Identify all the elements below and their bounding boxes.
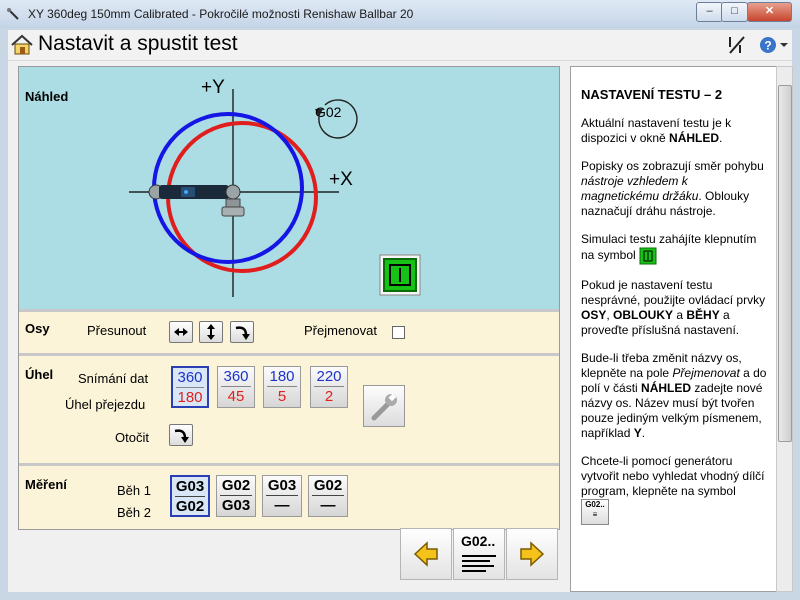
- swap-horizontal-button[interactable]: [169, 321, 193, 343]
- preview-panel: Náhled +Y +X G02: [19, 67, 559, 309]
- overrun-value: 2: [324, 388, 334, 405]
- help-paragraph: Aktuální nastavení testu je k dispozici …: [581, 116, 732, 145]
- angle-tile-3[interactable]: 180 5: [263, 366, 301, 408]
- rotate-label: Otočit: [115, 430, 149, 445]
- run1-value: G03: [266, 477, 298, 496]
- capture-value: 220: [314, 367, 344, 387]
- ballbar-app-icon: [7, 8, 19, 20]
- capture-label: Snímání dat: [78, 371, 149, 386]
- help-icon[interactable]: ?: [759, 35, 789, 55]
- capture-value: 360: [221, 367, 251, 387]
- arrow-left-icon: [413, 541, 438, 567]
- help-paragraph: Bude-li třeba změnit názvy os, klepněte …: [581, 351, 767, 440]
- wrench-icon: [371, 393, 397, 421]
- help-paragraph: Popisky os zobrazují směr pohybu nástroj…: [581, 159, 764, 218]
- run2-value: —: [320, 497, 336, 514]
- simulate-button[interactable]: [379, 254, 421, 296]
- capture-value: 360: [176, 369, 204, 388]
- main-window: Nastavit a spustit test ? Náhled +Y +X G…: [8, 30, 793, 592]
- units-toggle-icon[interactable]: [726, 35, 748, 55]
- svg-text:?: ?: [764, 39, 771, 53]
- minimize-button[interactable]: –: [696, 2, 723, 22]
- back-button[interactable]: [400, 528, 452, 580]
- axis-x-label: +X: [329, 169, 353, 190]
- close-button[interactable]: ✕: [747, 2, 792, 22]
- program-generator-button[interactable]: G02..: [453, 528, 505, 580]
- overrun-value: 180: [177, 389, 203, 406]
- run-tile-2[interactable]: G02 G03: [216, 475, 256, 517]
- overrun-value: 5: [277, 388, 287, 405]
- page-title: Nastavit a spustit test: [38, 32, 238, 55]
- simulate-icon: [639, 247, 657, 265]
- run2-value: G02: [175, 498, 205, 515]
- help-scrollbar[interactable]: [776, 66, 793, 592]
- capture-value: 180: [267, 367, 297, 387]
- run-tile-1[interactable]: G03 G02: [170, 475, 210, 517]
- window-title: XY 360deg 150mm Calibrated - Pokročilé m…: [28, 7, 414, 21]
- run2-value: G03: [221, 497, 251, 514]
- preview-diagram: [129, 89, 358, 297]
- axis-y-label: +Y: [201, 77, 225, 98]
- help-paragraph: Pokud je nastavení testu nesprávné, použ…: [581, 278, 766, 337]
- run1-value: G02: [312, 477, 344, 496]
- program-generator-icon: G02.. ≡: [581, 499, 609, 525]
- angle-label: Úhel: [25, 367, 54, 382]
- move-label: Přesunout: [87, 323, 147, 338]
- angle-panel: Úhel Snímání dat Úhel přejezdu 360 180 3…: [19, 353, 559, 463]
- run1-value: G03: [175, 478, 205, 497]
- program-lines-icon: [462, 555, 496, 572]
- title-bar: XY 360deg 150mm Calibrated - Pokročilé m…: [0, 0, 800, 28]
- arrow-right-icon: [520, 541, 545, 567]
- swap-vertical-icon: [207, 324, 215, 340]
- swap-horizontal-icon: [174, 328, 188, 336]
- overrun-label: Úhel přejezdu: [65, 397, 146, 412]
- measurement-panel: Měření Běh 1 Běh 2 G03 G02 G02 G03 G03 —…: [19, 463, 559, 529]
- rotate-angle-button[interactable]: [169, 424, 193, 446]
- help-heading: NASTAVENÍ TESTU – 2: [581, 87, 723, 102]
- angle-tile-4[interactable]: 220 2: [310, 366, 348, 408]
- help-pane: NASTAVENÍ TESTU – 2 Aktuální nastavení t…: [570, 66, 778, 592]
- maximize-button[interactable]: □: [721, 2, 748, 22]
- scrollbar-thumb[interactable]: [778, 85, 792, 442]
- run1-value: G02: [220, 477, 252, 496]
- run-tile-3[interactable]: G03 —: [262, 475, 302, 517]
- angle-tile-2[interactable]: 360 45: [217, 366, 255, 408]
- next-button[interactable]: [506, 528, 558, 580]
- rotate-arrow-icon: [174, 429, 189, 443]
- help-paragraph: Simulaci testu zahájíte klepnutím na sym…: [581, 232, 767, 265]
- help-paragraph: Chcete-li pomocí generátoru vytvořit neb…: [581, 454, 767, 525]
- rotate-arrow-icon: [235, 326, 250, 340]
- home-icon[interactable]: [10, 34, 34, 56]
- ballbar-icon: [148, 184, 245, 217]
- program-label: G02..: [461, 533, 496, 549]
- angle-tile-1[interactable]: 360 180: [171, 366, 209, 408]
- page-header: Nastavit a spustit test ?: [8, 30, 792, 61]
- run-tile-4[interactable]: G02 —: [308, 475, 348, 517]
- setup-pane: Náhled +Y +X G02 Osy Přesunout Přejmenov…: [18, 66, 560, 530]
- run2-label: Běh 2: [117, 505, 151, 520]
- run1-label: Běh 1: [117, 483, 151, 498]
- measurement-label: Měření: [25, 477, 67, 492]
- rename-label: Přejmenovat: [304, 323, 377, 338]
- direction-label: G02: [315, 104, 342, 120]
- custom-angle-button[interactable]: [363, 385, 405, 427]
- axes-label: Osy: [25, 321, 50, 336]
- run2-value: —: [274, 497, 290, 514]
- overrun-value: 45: [227, 388, 245, 405]
- rotate-axes-button[interactable]: [230, 321, 254, 343]
- swap-vertical-button[interactable]: [199, 321, 223, 343]
- axes-panel: Osy Přesunout Přejmenovat: [19, 309, 559, 353]
- rename-checkbox[interactable]: [392, 326, 405, 339]
